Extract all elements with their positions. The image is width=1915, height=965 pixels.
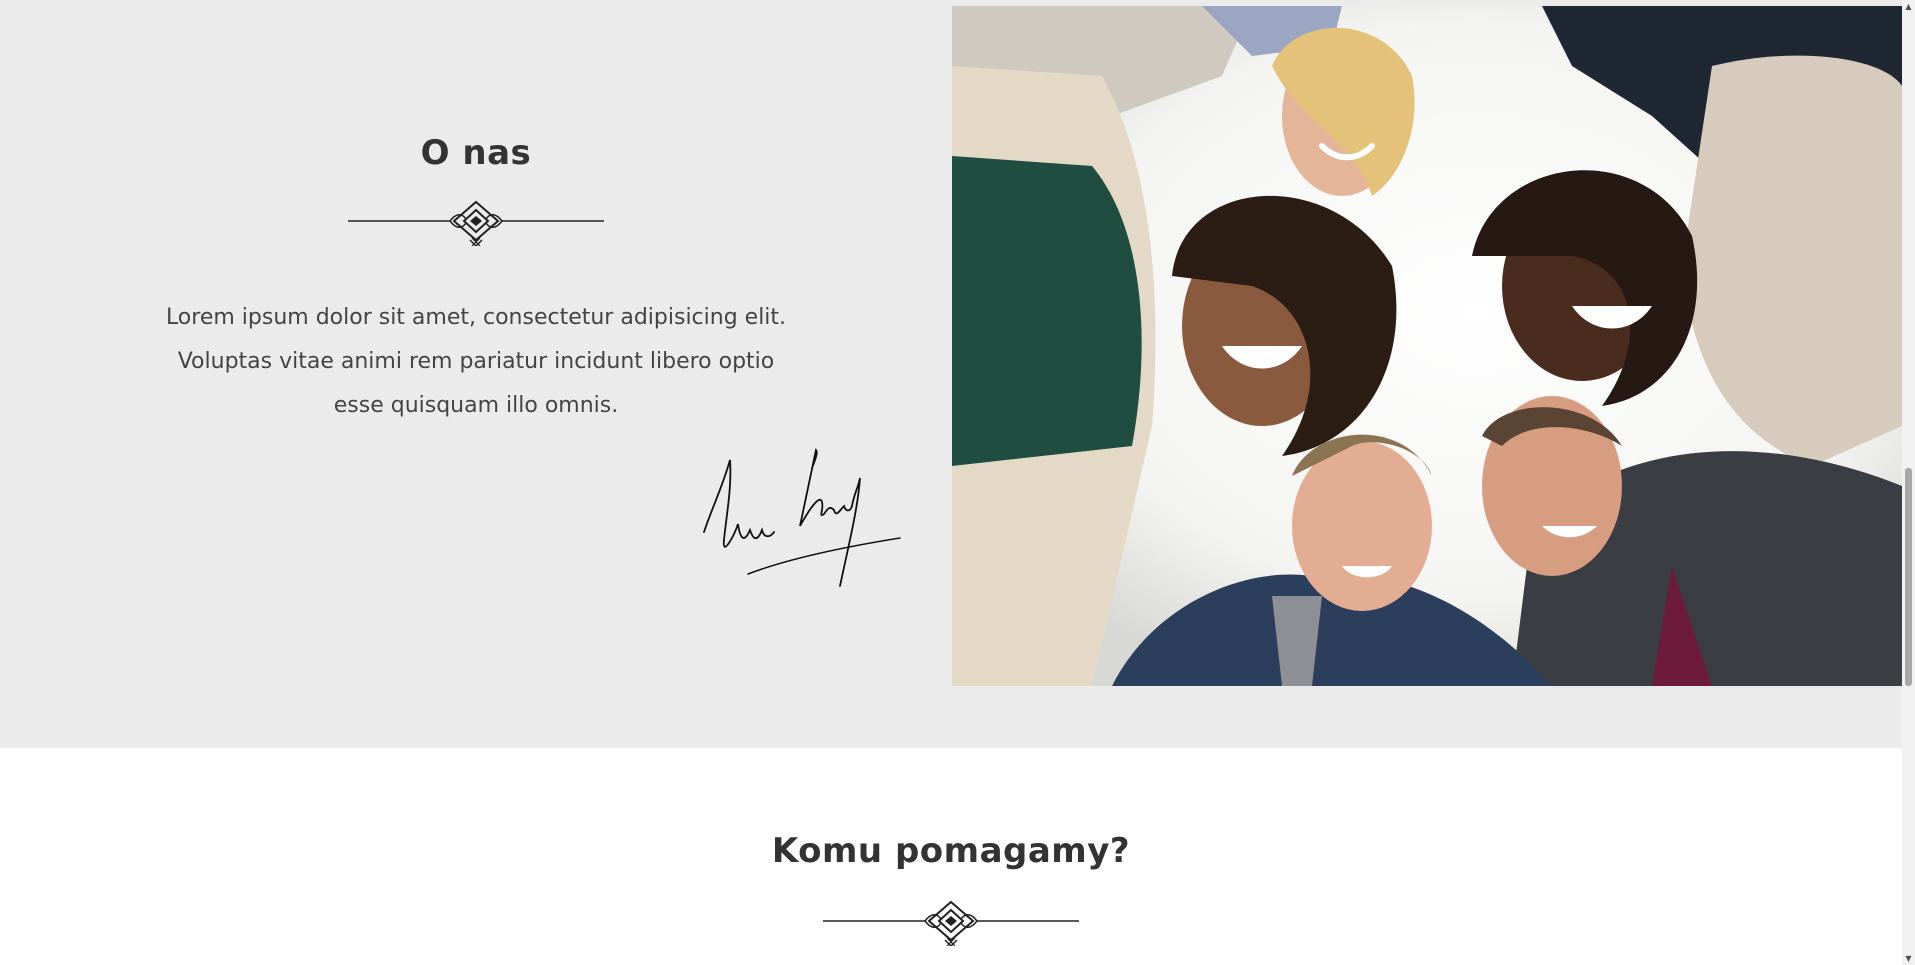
help-title: Komu pomagamy? [771, 831, 1131, 871]
about-section: O nas Lorem ipsum dolor sit amet, consec… [0, 0, 1902, 748]
team-photo [952, 6, 1902, 686]
page: O nas Lorem ipsum dolor sit amet, consec… [0, 0, 1915, 965]
scrollbar-thumb[interactable] [1905, 468, 1912, 686]
ornament-divider-icon [823, 900, 1079, 946]
about-text-column: O nas Lorem ipsum dolor sit amet, consec… [0, 0, 952, 748]
help-section: Komu pomagamy? [0, 748, 1902, 965]
signature-image [703, 448, 901, 587]
about-description: Lorem ipsum dolor sit amet, consectetur … [165, 305, 787, 418]
ornament-divider-icon [348, 200, 604, 246]
team-photo-image [952, 6, 1902, 686]
vertical-scrollbar[interactable]: ▲ ▼ [1902, 0, 1915, 965]
scroll-down-arrow-icon[interactable]: ▼ [1902, 952, 1915, 965]
about-title: O nas [420, 133, 532, 173]
scroll-up-arrow-icon[interactable]: ▲ [1902, 0, 1915, 13]
